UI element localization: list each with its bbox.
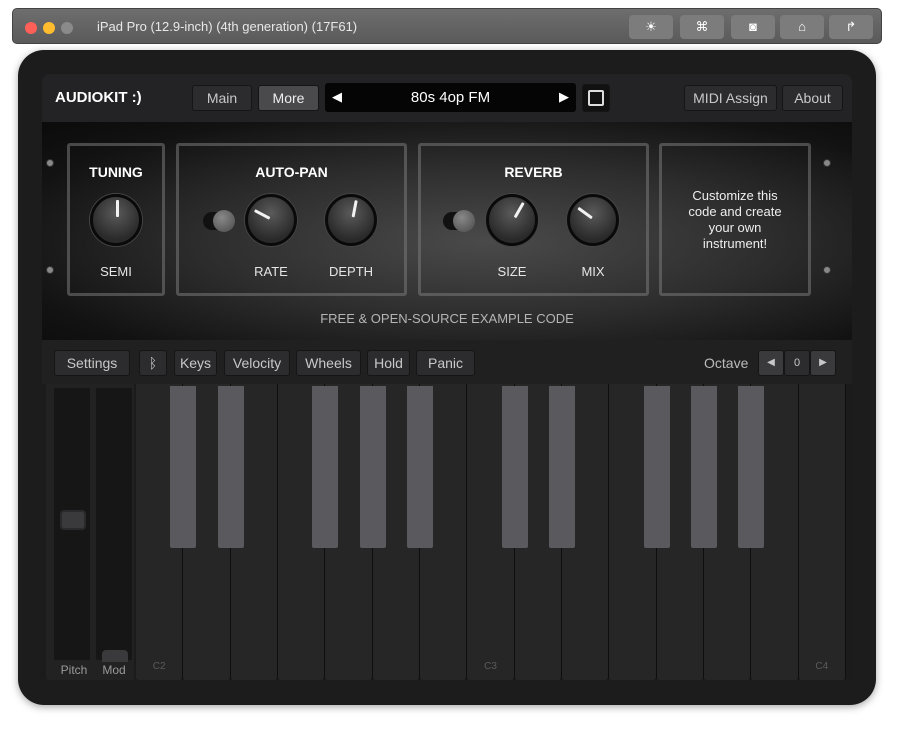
screw-icon [46, 266, 54, 274]
velocity-button[interactable]: Velocity [224, 350, 290, 376]
midi-assign-button[interactable]: MIDI Assign [684, 85, 777, 111]
black-key[interactable] [407, 386, 433, 548]
pitch-wheel[interactable] [54, 388, 90, 660]
mix-knob[interactable] [567, 194, 619, 246]
octave-label: Octave [704, 355, 749, 371]
keyboard-toolbar: Settings ᛒ Keys Velocity Wheels Hold Pan… [42, 340, 852, 384]
brightness-icon: ☀ [645, 19, 657, 34]
mod-handle[interactable] [102, 650, 128, 662]
section-title: TUNING [89, 164, 143, 180]
chevron-right-icon: ▶ [819, 357, 827, 368]
rotate-button[interactable]: ↱ [829, 15, 873, 39]
bluetooth-icon: ᛒ [148, 355, 158, 371]
next-preset-icon[interactable]: ▶ [559, 89, 569, 105]
pitch-label: Pitch [60, 663, 88, 677]
screw-icon [46, 159, 54, 167]
floppy-disk-icon [588, 90, 604, 106]
autopan-toggle[interactable] [203, 210, 235, 232]
reverb-toggle[interactable] [443, 210, 475, 232]
wheels-button[interactable]: Wheels [296, 350, 361, 376]
note-label: C4 [815, 661, 829, 672]
app: AUDIOKIT :) Main More ◀ 80s 4op FM ▶ MID… [42, 74, 852, 680]
settings-button[interactable]: Settings [54, 350, 130, 376]
tab-more[interactable]: More [258, 85, 319, 111]
autopan-section: AUTO-PAN RATE DEPTH [176, 143, 407, 296]
about-button[interactable]: About [782, 85, 843, 111]
screw-icon [823, 266, 831, 274]
depth-knob[interactable] [325, 194, 377, 246]
app-name: AUDIOKIT :) [55, 89, 142, 106]
knob-label: SEMI [100, 264, 132, 279]
custom-section: Customize this code and create your own … [659, 143, 811, 296]
white-key[interactable]: C4 [798, 384, 846, 680]
black-key[interactable] [738, 386, 765, 548]
zoom-button[interactable] [61, 22, 73, 34]
knob-label: SIZE [497, 264, 527, 279]
header: AUDIOKIT :) Main More ◀ 80s 4op FM ▶ MID… [42, 74, 852, 122]
pitch-handle[interactable] [60, 510, 86, 530]
screw-icon [823, 159, 831, 167]
semi-knob[interactable] [90, 194, 142, 246]
black-key[interactable] [312, 386, 339, 548]
rate-knob[interactable] [245, 194, 297, 246]
preset-name: 80s 4op FM [410, 89, 491, 106]
knob-label: MIX [581, 264, 605, 279]
minimize-button[interactable] [43, 22, 55, 34]
black-key[interactable] [501, 386, 528, 548]
wheels-panel: Pitch Mod [46, 384, 134, 680]
preset-selector: ◀ 80s 4op FM ▶ [325, 83, 576, 112]
mod-wheel[interactable] [96, 388, 132, 662]
knob-label: RATE [254, 264, 288, 279]
screenshot-icon: ◙ [749, 19, 757, 34]
note-label: C3 [484, 661, 497, 672]
effects-panel: TUNING SEMI AUTO-PAN RATE DEPTH REVERB S… [42, 122, 852, 340]
black-key[interactable] [359, 386, 386, 548]
section-title: REVERB [504, 164, 563, 180]
octave-down-button[interactable]: ◀ [758, 350, 784, 376]
keyboard-button[interactable]: ⌘ [680, 15, 724, 39]
chevron-left-icon: ◀ [767, 357, 775, 368]
home-icon: ⌂ [798, 19, 806, 34]
octave-value: 0 [784, 350, 810, 376]
black-key[interactable] [691, 386, 717, 548]
black-key[interactable] [643, 386, 670, 548]
reverb-section: REVERB SIZE MIX [418, 143, 649, 296]
footer-text: FREE & OPEN-SOURCE EXAMPLE CODE [320, 311, 574, 326]
black-key[interactable] [549, 386, 575, 548]
rotate-icon: ↱ [845, 19, 857, 34]
tuning-section: TUNING SEMI [67, 143, 165, 296]
panic-button[interactable]: Panic [416, 350, 475, 376]
bluetooth-button[interactable]: ᛒ [139, 350, 167, 376]
note-label: C2 [152, 661, 166, 672]
tab-main[interactable]: Main [192, 85, 252, 111]
octave-up-button[interactable]: ▶ [810, 350, 836, 376]
screenshot-button[interactable]: ◙ [731, 15, 775, 39]
piano-keys: C2 C3 C4 [136, 384, 846, 680]
home-button[interactable]: ⌂ [780, 15, 824, 39]
window-title: iPad Pro (12.9-inch) (4th generation) (1… [97, 19, 358, 34]
save-button[interactable] [582, 84, 610, 112]
hold-button[interactable]: Hold [367, 350, 410, 376]
keyboard-area: Pitch Mod C2 C3 C4 [42, 384, 852, 680]
mod-label: Mod [102, 663, 126, 677]
keyboard-icon: ⌘ [695, 19, 709, 34]
size-knob[interactable] [486, 194, 538, 246]
black-key[interactable] [170, 386, 197, 548]
close-button[interactable] [25, 22, 37, 34]
black-key[interactable] [217, 386, 244, 548]
brightness-button[interactable]: ☀ [629, 15, 673, 39]
section-title: AUTO-PAN [255, 164, 328, 180]
simulator-titlebar: iPad Pro (12.9-inch) (4th generation) (1… [12, 8, 882, 44]
custom-text: Customize this code and create your own … [688, 188, 782, 251]
knob-label: DEPTH [328, 264, 374, 279]
keys-button[interactable]: Keys [174, 350, 217, 376]
